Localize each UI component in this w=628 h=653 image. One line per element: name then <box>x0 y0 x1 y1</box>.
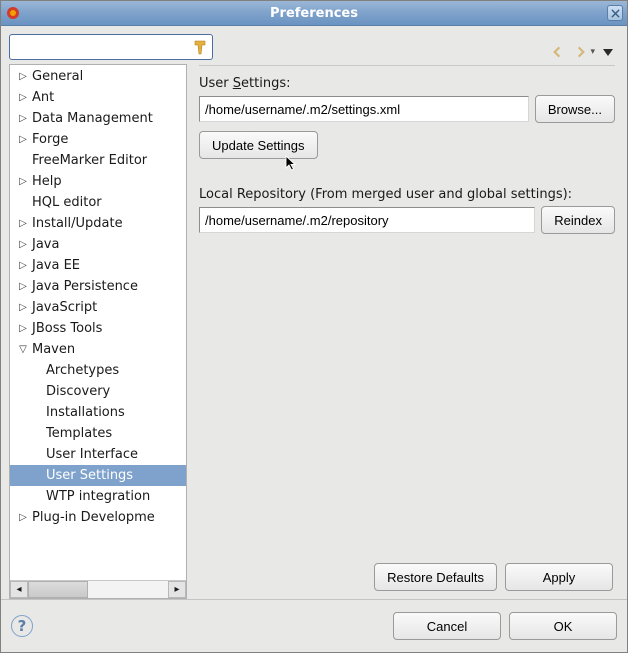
ok-button[interactable]: OK <box>509 612 617 640</box>
tree-item-label: Data Management <box>30 111 153 126</box>
tree-item[interactable]: ▷Java EE <box>10 255 186 276</box>
cancel-button[interactable]: Cancel <box>393 612 501 640</box>
tree-item-label: Install/Update <box>30 216 123 231</box>
window-close-button[interactable] <box>607 5 623 21</box>
tree-child-item[interactable]: WTP integration <box>10 486 186 507</box>
tree-item-label: Help <box>30 174 62 189</box>
tree-item[interactable]: ▷Help <box>10 171 186 192</box>
preferences-tree[interactable]: ▷General▷Ant▷Data Management▷ForgeFreeMa… <box>10 65 186 580</box>
apply-button[interactable]: Apply <box>505 563 613 591</box>
collapse-icon[interactable]: ▽ <box>16 344 30 355</box>
expand-icon[interactable]: ▷ <box>16 176 30 187</box>
expand-icon[interactable]: ▷ <box>16 260 30 271</box>
tree-item[interactable]: ▷Java Persistence <box>10 276 186 297</box>
tree-item-label: Ant <box>30 90 54 105</box>
local-repo-input[interactable] <box>199 207 535 233</box>
help-icon[interactable]: ? <box>11 615 33 637</box>
expand-icon[interactable]: ▷ <box>16 71 30 82</box>
nav-back-icon[interactable] <box>548 43 566 61</box>
tree-item[interactable]: ▷Java <box>10 234 186 255</box>
dialog-footer: ? Cancel OK <box>1 599 627 652</box>
expand-icon[interactable]: ▷ <box>16 113 30 124</box>
tree-child-item[interactable]: User Settings <box>10 465 186 486</box>
tree-child-item[interactable]: Archetypes <box>10 360 186 381</box>
local-repo-label: Local Repository (From merged user and g… <box>199 187 615 202</box>
filter-input[interactable] <box>9 34 213 60</box>
expand-icon[interactable]: ▷ <box>16 323 30 334</box>
scroll-right-button[interactable]: ▸ <box>168 581 186 598</box>
browse-button[interactable]: Browse... <box>535 95 615 123</box>
tree-item-label: HQL editor <box>30 195 102 210</box>
tree-child-item[interactable]: User Interface <box>10 444 186 465</box>
tree-child-item[interactable]: Templates <box>10 423 186 444</box>
tree-item-label: Archetypes <box>44 363 119 378</box>
expand-icon[interactable]: ▷ <box>16 239 30 250</box>
settings-body: User Settings: Browse... Update Settings… <box>199 76 615 242</box>
preferences-tree-pane: ▷General▷Ant▷Data Management▷ForgeFreeMa… <box>9 34 187 599</box>
nav-forward-icon[interactable] <box>572 43 590 61</box>
tree-item-label: Templates <box>44 426 112 441</box>
expand-icon[interactable]: ▷ <box>16 281 30 292</box>
update-settings-button[interactable]: Update Settings <box>199 131 318 159</box>
tree-item[interactable]: ▽Maven <box>10 339 186 360</box>
tree-item-label: Plug-in Developme <box>30 510 155 525</box>
tree-item-label: Maven <box>30 342 75 357</box>
clear-filter-icon[interactable] <box>191 38 209 56</box>
expand-icon[interactable]: ▷ <box>16 92 30 103</box>
app-icon <box>5 5 21 21</box>
tree-item[interactable]: ▷Ant <box>10 87 186 108</box>
scroll-thumb[interactable] <box>28 581 88 598</box>
reindex-button[interactable]: Reindex <box>541 206 615 234</box>
nav-forward-dropdown-icon[interactable]: ▾ <box>590 47 595 57</box>
expand-icon[interactable]: ▷ <box>16 302 30 313</box>
window-title: Preferences <box>270 6 358 21</box>
scroll-left-button[interactable]: ◂ <box>10 581 28 598</box>
tree-child-item[interactable]: Discovery <box>10 381 186 402</box>
expand-icon[interactable]: ▷ <box>16 512 30 523</box>
tree-item-label: User Settings <box>44 468 133 483</box>
tree-item-label: Discovery <box>44 384 110 399</box>
tree-item[interactable]: ▷Plug-in Developme <box>10 507 186 528</box>
tree-item-label: Forge <box>30 132 68 147</box>
tree-item[interactable]: ▷General <box>10 66 186 87</box>
expand-icon[interactable]: ▷ <box>16 218 30 229</box>
restore-defaults-button[interactable]: Restore Defaults <box>374 563 497 591</box>
tree-item-label: Java <box>30 237 59 252</box>
tree-item-label: FreeMarker Editor <box>30 153 147 168</box>
tree-item[interactable]: ▷Data Management <box>10 108 186 129</box>
tree-item-label: JavaScript <box>30 300 97 315</box>
tree-item-label: Java Persistence <box>30 279 138 294</box>
tree-item[interactable]: ▷JBoss Tools <box>10 318 186 339</box>
user-settings-label: User Settings: <box>199 76 615 91</box>
settings-footer: Restore Defaults Apply <box>199 555 615 599</box>
titlebar: Preferences <box>1 1 627 26</box>
filter-row <box>9 34 187 60</box>
settings-toolbar: ▾ <box>199 38 615 66</box>
scroll-track[interactable] <box>28 581 168 598</box>
tree-item-label: General <box>30 69 83 84</box>
dialog-content: ▷General▷Ant▷Data Management▷ForgeFreeMa… <box>1 26 627 599</box>
tree-item-label: WTP integration <box>44 489 150 504</box>
tree-item-label: Installations <box>44 405 125 420</box>
preferences-tree-container: ▷General▷Ant▷Data Management▷ForgeFreeMa… <box>9 64 187 599</box>
tree-item[interactable]: FreeMarker Editor <box>10 150 186 171</box>
tree-item-label: JBoss Tools <box>30 321 102 336</box>
user-settings-input[interactable] <box>199 96 529 122</box>
tree-item[interactable]: HQL editor <box>10 192 186 213</box>
tree-child-item[interactable]: Installations <box>10 402 186 423</box>
expand-icon[interactable]: ▷ <box>16 134 30 145</box>
tree-item[interactable]: ▷Install/Update <box>10 213 186 234</box>
tree-horizontal-scrollbar[interactable]: ◂ ▸ <box>10 580 186 598</box>
tree-item[interactable]: ▷Forge <box>10 129 186 150</box>
tree-item-label: User Interface <box>44 447 138 462</box>
view-menu-icon[interactable] <box>601 45 615 59</box>
tree-item-label: Java EE <box>30 258 80 273</box>
tree-item[interactable]: ▷JavaScript <box>10 297 186 318</box>
settings-pane: ▾ User Settings: Browse... Update Settin… <box>193 34 619 599</box>
